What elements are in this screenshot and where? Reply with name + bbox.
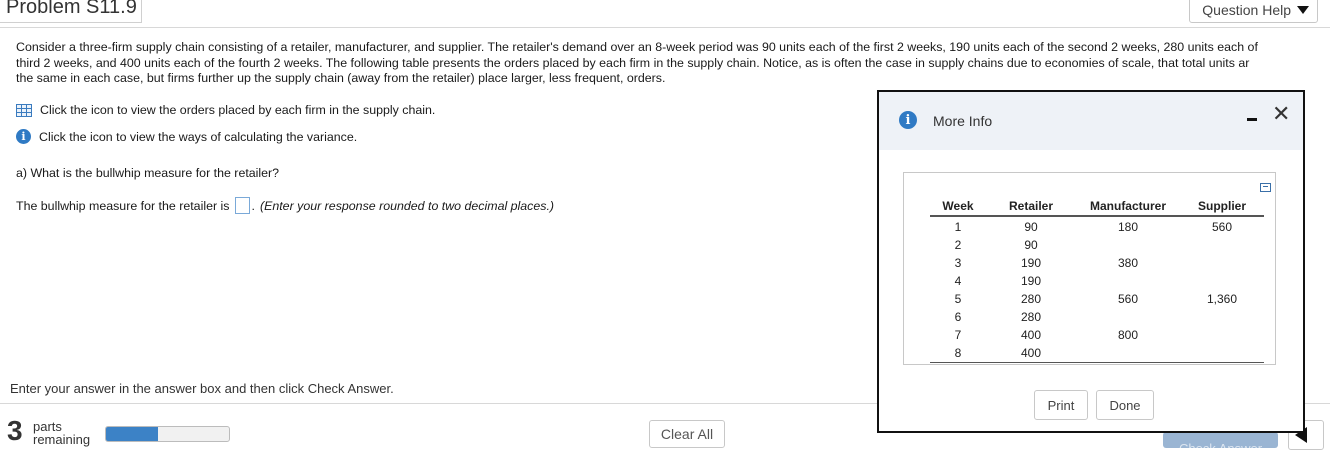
progress-fill [106,427,158,441]
column-header: Week [930,199,986,217]
question-text: a) What is the bullwhip measure for the … [16,166,280,180]
orders-table: Week Retailer Manufacturer Supplier 1 90… [930,199,1264,363]
problem-statement: Consider a three-firm supply chain consi… [16,40,1330,87]
column-header: Manufacturer [1076,199,1180,217]
page-title: Problem S11.9 [0,0,142,23]
question-help-button[interactable]: Question Help [1189,0,1318,23]
table-row: 2 90 [930,236,1264,254]
table-cell: 190 [1020,274,1042,288]
close-icon[interactable]: ✕ [1272,102,1290,127]
table-cell: 280 [1020,292,1042,306]
table-cell [1180,308,1264,326]
table-link-text: Click the icon to view the orders placed… [40,103,436,117]
table-cell: 800 [1117,328,1139,342]
table-cell: 1,360 [1206,292,1238,306]
caret-down-icon [1297,6,1309,14]
table-cell [1076,308,1180,326]
table-header-row: Week Retailer Manufacturer Supplier [930,199,1264,217]
table-cell: 4 [954,274,962,288]
table-cell [1180,254,1264,272]
table-cell [1076,236,1180,254]
table-row: 3 190 380 [930,254,1264,272]
dialog-header: i More Info ✕ [879,92,1303,150]
table-cell [1076,272,1180,290]
more-info-dialog: i More Info ✕ Week Retailer Manufacturer… [877,90,1305,433]
table-cell: 90 [1024,238,1038,252]
clear-all-button[interactable]: Clear All [649,420,725,448]
table-row: 7 400 800 [930,326,1264,344]
table-cell: 5 [954,292,962,306]
question-help-label: Question Help [1202,2,1291,18]
table-cell: 7 [954,328,962,342]
answer-hint: (Enter your response rounded to two deci… [259,198,555,213]
parts-label-bottom: remaining [33,432,91,447]
table-cell: 1 [954,220,962,234]
problem-line: Consider a three-firm supply chain consi… [16,40,1258,54]
print-button[interactable]: Print [1034,390,1088,420]
table-cell: 400 [1020,328,1042,342]
table-cell [1180,326,1264,344]
table-link-row: Click the icon to view the orders placed… [16,103,435,117]
table-cell: 2 [954,238,962,252]
info-link-row: i Click the icon to view the ways of cal… [16,129,357,144]
table-cell [1076,344,1180,363]
table-cell [1180,272,1264,290]
table-row: 6 280 [930,308,1264,326]
table-row: 1 90 180 560 [930,216,1264,236]
table-cell: 190 [1020,256,1042,270]
answer-suffix: . [251,198,255,213]
table-row: 4 190 [930,272,1264,290]
answer-line: The bullwhip measure for the retailer is… [16,197,554,214]
table-row: 8 400 [930,344,1264,363]
answer-prefix: The bullwhip measure for the retailer is [16,198,230,213]
progress-bar [105,426,230,442]
problem-line: third 2 weeks, and 400 units each of the… [16,55,1250,70]
column-header: Supplier [1180,199,1264,217]
table-cell: 6 [954,310,962,324]
instruction-text: Enter your answer in the answer box and … [10,381,394,396]
table-cell: 8 [930,344,986,363]
minimize-icon[interactable] [1247,118,1257,121]
table-cell: 280 [1020,310,1042,324]
table-cell: 560 [1211,220,1233,234]
done-button[interactable]: Done [1096,390,1154,420]
check-answer-button[interactable]: Check Answer [1163,432,1278,448]
problem-line: the same in each case, but firms further… [16,71,666,85]
dialog-title: More Info [933,113,993,129]
orders-table-frame: Week Retailer Manufacturer Supplier 1 90… [903,172,1276,365]
table-cell [1180,344,1264,363]
header: Problem S11.9 Question Help [0,0,1330,28]
table-cell: 560 [1117,292,1139,306]
table-cell: 400 [986,344,1076,363]
table-cell: 380 [1117,256,1139,270]
table-row: 5 280 560 1,360 [930,290,1264,308]
column-header: Retailer [986,199,1076,217]
copy-icon[interactable] [1260,183,1271,192]
parts-count: 3 [7,415,23,446]
info-icon[interactable]: i [16,129,31,144]
table-cell: 90 [1024,220,1038,234]
page: Problem S11.9 Question Help Consider a t… [0,0,1330,453]
table-cell [1180,236,1264,254]
table-icon[interactable] [16,103,32,117]
table-cell: 180 [1117,220,1139,234]
info-icon: i [899,111,917,129]
info-link-text: Click the icon to view the ways of calcu… [39,129,358,144]
table-cell: 3 [954,256,962,270]
parts-label: parts remaining [33,420,90,446]
answer-input[interactable] [234,197,250,214]
